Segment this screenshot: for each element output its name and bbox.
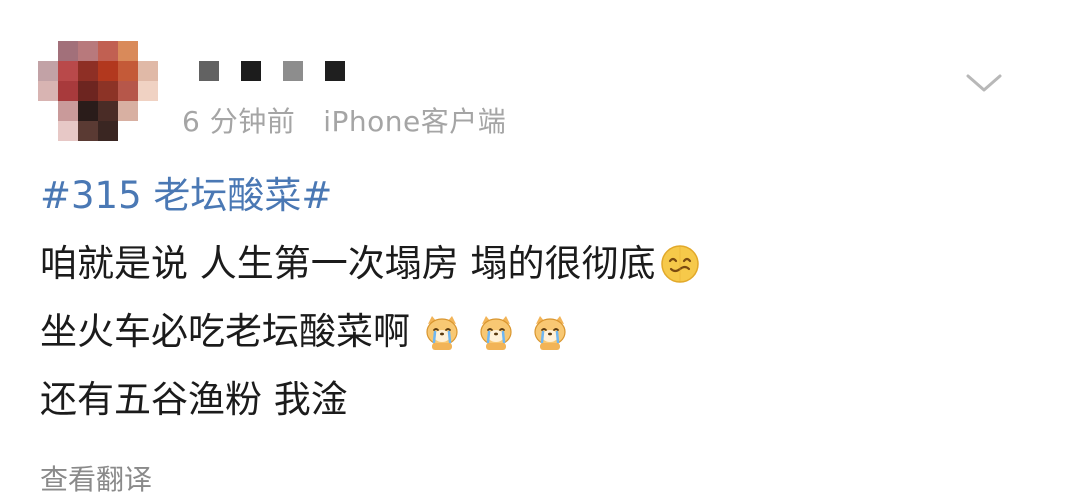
crying-dog-emoji-icon [476,312,516,352]
text-line: 咱就是说 人生第一次塌房 塌的很彻底 [40,244,1040,284]
text-line: 坐火车必吃老坛酸菜啊 [40,312,1040,352]
crying-dog-emoji-icon [530,312,570,352]
post-content: #315 老坛酸菜# 咱就是说 人生第一次塌房 塌的很彻底 坐火车必吃老坛酸菜啊 [40,176,1040,448]
post-source: iPhone客户端 [323,105,507,138]
weibo-post: 6 分钟前 iPhone客户端 #315 老坛酸菜# 咱就是说 人生第一次塌房 塌… [0,0,1075,503]
text-line-1: 咱就是说 人生第一次塌房 塌的很彻底 [40,242,656,285]
username-redacted[interactable] [199,61,345,81]
chevron-down-icon[interactable] [962,68,1006,98]
text-line-3: 还有五谷渔粉 我淦 [40,378,348,421]
redaction-block [283,61,303,81]
crying-dog-emoji-icon [422,312,462,352]
hashtag-line: #315 老坛酸菜# [40,176,1040,216]
translate-link[interactable]: 查看翻译 [40,458,152,498]
redaction-block [241,61,261,81]
emoji-group [418,312,570,352]
text-line-2: 坐火车必吃老坛酸菜啊 [40,310,410,353]
wobbly-smile-emoji-icon [660,244,700,284]
post-meta: 6 分钟前 iPhone客户端 [182,100,506,140]
redaction-block [325,61,345,81]
hashtag-link[interactable]: #315 老坛酸菜# [40,176,332,216]
post-time: 6 分钟前 [182,105,296,138]
text-line: 还有五谷渔粉 我淦 [40,380,1040,420]
redaction-block [199,61,219,81]
avatar[interactable] [38,41,158,141]
